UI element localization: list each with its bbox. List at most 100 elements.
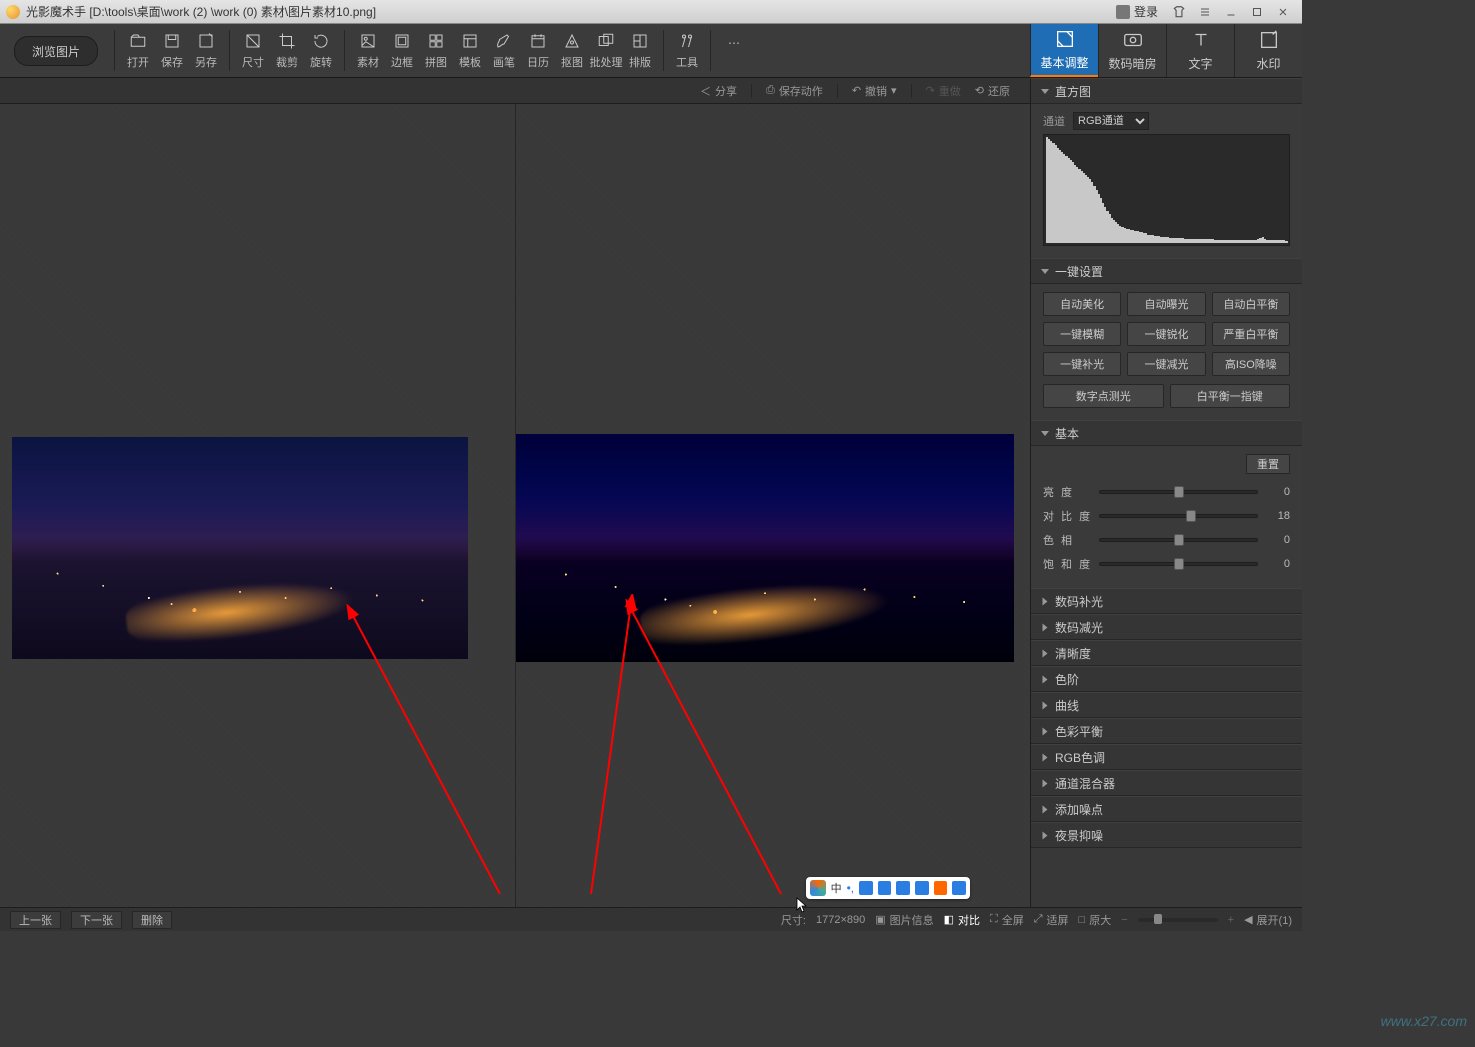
section-basic-header[interactable]: 基本 bbox=[1031, 420, 1302, 446]
expand-panel-button[interactable]: ◀ 展开(1) bbox=[1244, 912, 1292, 928]
browse-images-button[interactable]: 浏览图片 bbox=[14, 36, 98, 66]
tool-brush[interactable]: 画笔 bbox=[487, 24, 521, 77]
mode-tab-basic[interactable]: 基本调整 bbox=[1030, 24, 1098, 77]
ime-toolbar[interactable]: 中 •, bbox=[806, 877, 970, 899]
login-button[interactable]: 登录 bbox=[1116, 3, 1158, 20]
tool-layout[interactable]: 排版 bbox=[623, 24, 657, 77]
channel-select[interactable]: RGB通道 bbox=[1073, 112, 1149, 130]
batch-icon bbox=[596, 31, 616, 51]
redo-button[interactable]: ↷ 重做 bbox=[926, 83, 961, 99]
size-value: 1772×890 bbox=[816, 914, 865, 926]
restore-button[interactable]: ⟲ 还原 bbox=[975, 83, 1010, 99]
oneclick-数字点测光[interactable]: 数字点测光 bbox=[1043, 384, 1164, 408]
section-通道混合器[interactable]: 通道混合器 bbox=[1031, 770, 1302, 796]
minimize-button[interactable] bbox=[1218, 3, 1244, 21]
oneclick-一键补光[interactable]: 一键补光 bbox=[1043, 352, 1121, 376]
oneclick-严重白平衡[interactable]: 严重白平衡 bbox=[1212, 322, 1290, 346]
tool-material[interactable]: 素材 bbox=[351, 24, 385, 77]
prev-image-button[interactable]: 上一张 bbox=[10, 911, 61, 929]
mode-tab-text[interactable]: 文字 bbox=[1166, 24, 1234, 77]
delete-button[interactable]: 删除 bbox=[132, 911, 172, 929]
tool-rotate[interactable]: 旋转 bbox=[304, 24, 338, 77]
open-icon bbox=[128, 31, 148, 51]
menu-button[interactable] bbox=[1192, 3, 1218, 21]
save-action-button[interactable]: ⎙ 保存动作 bbox=[766, 83, 823, 99]
compare-pane-left[interactable] bbox=[0, 104, 515, 907]
watermark-icon bbox=[1257, 29, 1281, 51]
tool-settings[interactable]: 工具 bbox=[670, 24, 704, 77]
fit-screen-button[interactable]: ⤢ 适屏 bbox=[1034, 912, 1069, 928]
tool-saveas[interactable]: 另存 bbox=[189, 24, 223, 77]
oneclick-一键模糊[interactable]: 一键模糊 bbox=[1043, 322, 1121, 346]
undo-button[interactable]: ↶ 撤销 ▾ bbox=[852, 83, 897, 99]
tool-batch[interactable]: 批处理 bbox=[589, 24, 623, 77]
section-RGB色调[interactable]: RGB色调 bbox=[1031, 744, 1302, 770]
next-image-button[interactable]: 下一张 bbox=[71, 911, 122, 929]
mode-tab-watermark[interactable]: 水印 bbox=[1234, 24, 1302, 77]
crop-icon bbox=[277, 31, 297, 51]
section-数码减光[interactable]: 数码减光 bbox=[1031, 614, 1302, 640]
image-info-button[interactable]: ▣ 图片信息 bbox=[875, 912, 933, 928]
oneclick-自动美化[interactable]: 自动美化 bbox=[1043, 292, 1121, 316]
slider-track[interactable] bbox=[1099, 562, 1258, 566]
settings-icon bbox=[677, 31, 697, 51]
section-色阶[interactable]: 色阶 bbox=[1031, 666, 1302, 692]
sogou-logo-icon bbox=[810, 880, 826, 896]
share-button[interactable]: ＜ 分享 bbox=[700, 83, 737, 99]
tool-border[interactable]: 边框 bbox=[385, 24, 419, 77]
chevron-right-icon bbox=[1043, 675, 1048, 683]
oneclick-一键锐化[interactable]: 一键锐化 bbox=[1127, 322, 1205, 346]
close-button[interactable] bbox=[1270, 3, 1296, 21]
keyboard-icon bbox=[878, 881, 892, 895]
avatar-icon bbox=[1116, 5, 1130, 19]
chevron-right-icon bbox=[1043, 831, 1048, 839]
reset-button[interactable]: 重置 bbox=[1246, 454, 1290, 474]
chevron-right-icon bbox=[1043, 779, 1048, 787]
tool-calendar[interactable]: 日历 bbox=[521, 24, 555, 77]
chevron-right-icon bbox=[1043, 805, 1048, 813]
section-曲线[interactable]: 曲线 bbox=[1031, 692, 1302, 718]
tool-save[interactable]: 保存 bbox=[155, 24, 189, 77]
fullscreen-button[interactable]: ⛶ 全屏 bbox=[990, 912, 1024, 928]
section-清晰度[interactable]: 清晰度 bbox=[1031, 640, 1302, 666]
slider-track[interactable] bbox=[1099, 490, 1258, 494]
tool-template[interactable]: 模板 bbox=[453, 24, 487, 77]
maximize-button[interactable] bbox=[1244, 3, 1270, 21]
skin-button[interactable] bbox=[1166, 3, 1192, 21]
chat-icon bbox=[915, 881, 929, 895]
more-tools-button[interactable]: ⋯ bbox=[717, 24, 751, 77]
section-色彩平衡[interactable]: 色彩平衡 bbox=[1031, 718, 1302, 744]
section-histogram-header[interactable]: 直方图 bbox=[1030, 78, 1302, 104]
zoom-slider[interactable] bbox=[1138, 918, 1218, 922]
saveas-icon bbox=[196, 31, 216, 51]
oneclick-自动曝光[interactable]: 自动曝光 bbox=[1127, 292, 1205, 316]
section-数码补光[interactable]: 数码补光 bbox=[1031, 588, 1302, 614]
section-添加噪点[interactable]: 添加噪点 bbox=[1031, 796, 1302, 822]
oneclick-一键减光[interactable]: 一键减光 bbox=[1127, 352, 1205, 376]
section-夜景抑噪[interactable]: 夜景抑噪 bbox=[1031, 822, 1302, 848]
tool-open[interactable]: 打开 bbox=[121, 24, 155, 77]
tool-crop[interactable]: 裁剪 bbox=[270, 24, 304, 77]
section-oneclick-header[interactable]: 一键设置 bbox=[1031, 258, 1302, 284]
compare-button[interactable]: ◧ 对比 bbox=[944, 912, 980, 928]
action-bar: ＜ 分享 ⎙ 保存动作 ↶ 撤销 ▾ ↷ 重做 ⟲ 还原 bbox=[0, 78, 1030, 104]
cutout-icon bbox=[562, 31, 582, 51]
tool-size[interactable]: 尺寸 bbox=[236, 24, 270, 77]
oneclick-白平衡一指键[interactable]: 白平衡一指键 bbox=[1170, 384, 1291, 408]
original-size-button[interactable]: □ 原大 bbox=[1079, 912, 1112, 928]
layout-icon bbox=[630, 31, 650, 51]
chevron-down-icon bbox=[1041, 269, 1049, 274]
oneclick-高ISO降噪[interactable]: 高ISO降噪 bbox=[1212, 352, 1290, 376]
side-panel: 通道 RGB通道 一键设置 自动美化自动曝光自动白平衡一键模糊一键锐化严重白平衡… bbox=[1030, 104, 1302, 907]
compare-pane-right[interactable]: 中 •, bbox=[516, 104, 1031, 907]
mode-tab-darkroom[interactable]: 数码暗房 bbox=[1098, 24, 1166, 77]
tool-collage[interactable]: 拼图 bbox=[419, 24, 453, 77]
slider-色相: 色 相0 bbox=[1043, 528, 1290, 552]
image-preview-original bbox=[12, 437, 468, 659]
slider-track[interactable] bbox=[1099, 514, 1258, 518]
tool-cutout[interactable]: 抠图 bbox=[555, 24, 589, 77]
shirt-icon bbox=[896, 881, 910, 895]
template-icon bbox=[460, 31, 480, 51]
oneclick-自动白平衡[interactable]: 自动白平衡 bbox=[1212, 292, 1290, 316]
slider-track[interactable] bbox=[1099, 538, 1258, 542]
